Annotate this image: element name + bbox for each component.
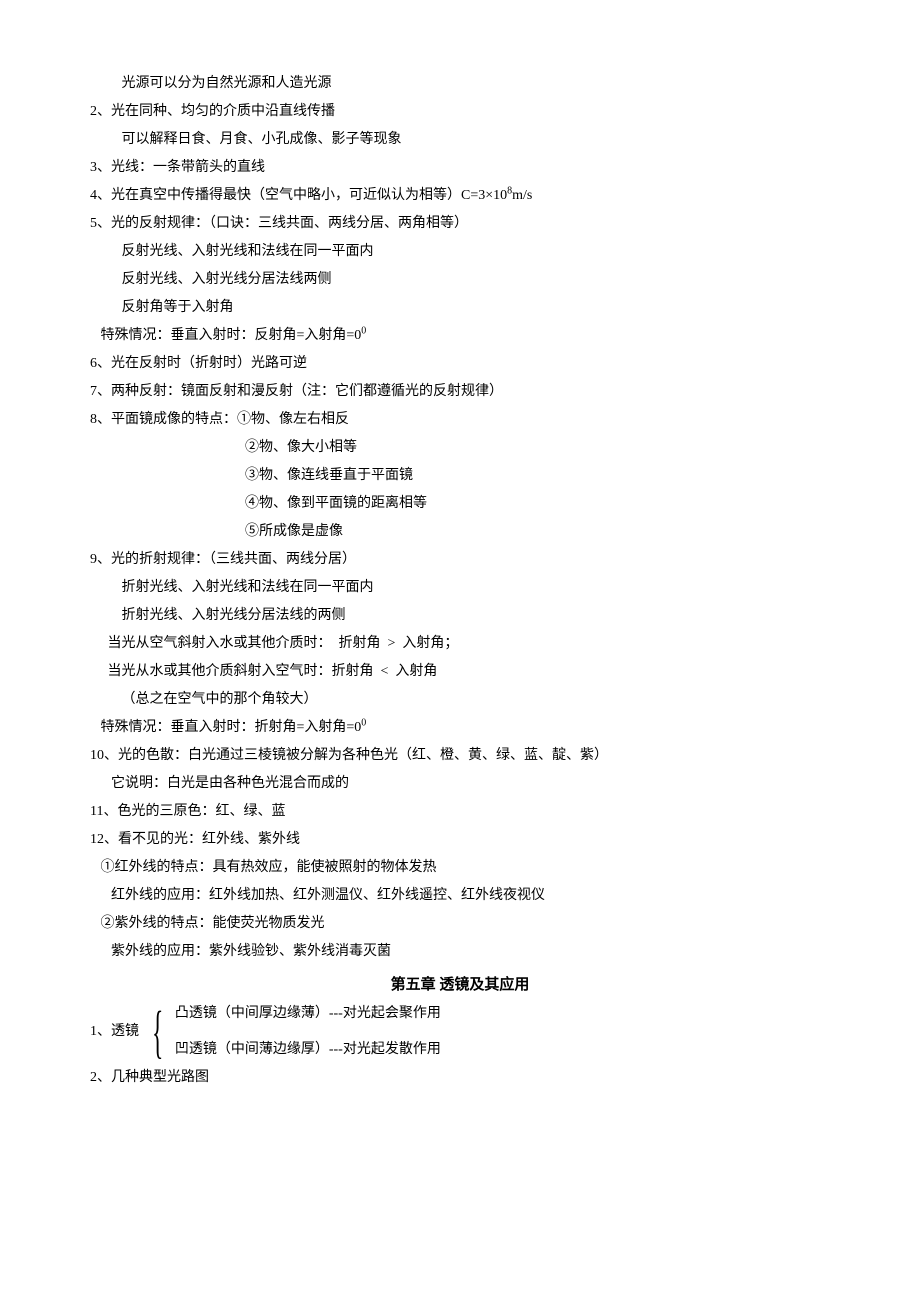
body-text: 5、光的反射规律：（口诀：三线共面、两线分居、两角相等）	[90, 210, 830, 238]
body-text: ④物、像到平面镜的距离相等	[90, 490, 830, 518]
text-part: m/s	[512, 188, 532, 203]
body-text: 12、看不见的光：红外线、紫外线	[90, 826, 830, 854]
body-text: 9、光的折射规律：（三线共面、两线分居）	[90, 546, 830, 574]
body-text: 3、光线：一条带箭头的直线	[90, 154, 830, 182]
body-text: ⑤所成像是虚像	[90, 518, 830, 546]
superscript: 0	[361, 717, 366, 728]
body-text: ①红外线的特点：具有热效应，能使被照射的物体发热	[90, 854, 830, 882]
text-part: 特殊情况：垂直入射时：折射角=入射角=0	[90, 720, 361, 735]
body-text: 当光从水或其他介质斜射入空气时：折射角 < 入射角	[90, 658, 830, 686]
lens-definition-row: 1、透镜 { 凸透镜（中间厚边缘薄）---对光起会聚作用 凹透镜（中间薄边缘厚）…	[90, 1000, 830, 1064]
body-text: 它说明：白光是由各种色光混合而成的	[90, 770, 830, 798]
body-text: 反射角等于入射角	[90, 294, 830, 322]
body-text: 4、光在真空中传播得最快（空气中略小，可近似认为相等）C=3×108m/s	[90, 182, 830, 210]
body-text: 2、光在同种、均匀的介质中沿直线传播	[90, 98, 830, 126]
body-text: 6、光在反射时（折射时）光路可逆	[90, 350, 830, 378]
body-text: 折射光线、入射光线分居法线的两侧	[90, 602, 830, 630]
chapter-title: 第五章 透镜及其应用	[90, 970, 830, 1000]
body-text: 红外线的应用：红外线加热、红外测温仪、红外线遥控、红外线夜视仪	[90, 882, 830, 910]
body-text: 特殊情况：垂直入射时：反射角=入射角=00	[90, 322, 830, 350]
body-text: 7、两种反射：镜面反射和漫反射（注：它们都遵循光的反射规律）	[90, 378, 830, 406]
body-text: 光源可以分为自然光源和人造光源	[90, 70, 830, 98]
body-text: 2、几种典型光路图	[90, 1064, 830, 1092]
body-text: ②物、像大小相等	[90, 434, 830, 462]
body-text: 反射光线、入射光线分居法线两侧	[90, 266, 830, 294]
body-text: 特殊情况：垂直入射时：折射角=入射角=00	[90, 714, 830, 742]
body-text: 11、色光的三原色：红、绿、蓝	[90, 798, 830, 826]
lens-label: 1、透镜	[90, 1018, 139, 1046]
body-text: 8、平面镜成像的特点：①物、像左右相反	[90, 406, 830, 434]
superscript: 0	[361, 325, 366, 336]
body-text: 可以解释日食、月食、小孔成像、影子等现象	[90, 126, 830, 154]
body-text: 当光从空气斜射入水或其他介质时： 折射角 > 入射角；	[90, 630, 830, 658]
body-text: ③物、像连线垂直于平面镜	[90, 462, 830, 490]
brace-icon: {	[150, 1003, 164, 1061]
body-text: 10、光的色散：白光通过三棱镜被分解为各种色光（红、橙、黄、绿、蓝、靛、紫）	[90, 742, 830, 770]
spacer	[175, 1028, 441, 1036]
lens-options: 凸透镜（中间厚边缘薄）---对光起会聚作用 凹透镜（中间薄边缘厚）---对光起发…	[175, 1000, 441, 1064]
text-part: 特殊情况：垂直入射时：反射角=入射角=0	[90, 328, 361, 343]
body-text: 紫外线的应用：紫外线验钞、紫外线消毒灭菌	[90, 938, 830, 966]
body-text: 反射光线、入射光线和法线在同一平面内	[90, 238, 830, 266]
text-part: 4、光在真空中传播得最快（空气中略小，可近似认为相等）C=3×10	[90, 188, 507, 203]
body-text: （总之在空气中的那个角较大）	[90, 686, 830, 714]
body-text: 凸透镜（中间厚边缘薄）---对光起会聚作用	[175, 1000, 441, 1028]
body-text: 凹透镜（中间薄边缘厚）---对光起发散作用	[175, 1036, 441, 1064]
body-text: ②紫外线的特点：能使荧光物质发光	[90, 910, 830, 938]
body-text: 折射光线、入射光线和法线在同一平面内	[90, 574, 830, 602]
